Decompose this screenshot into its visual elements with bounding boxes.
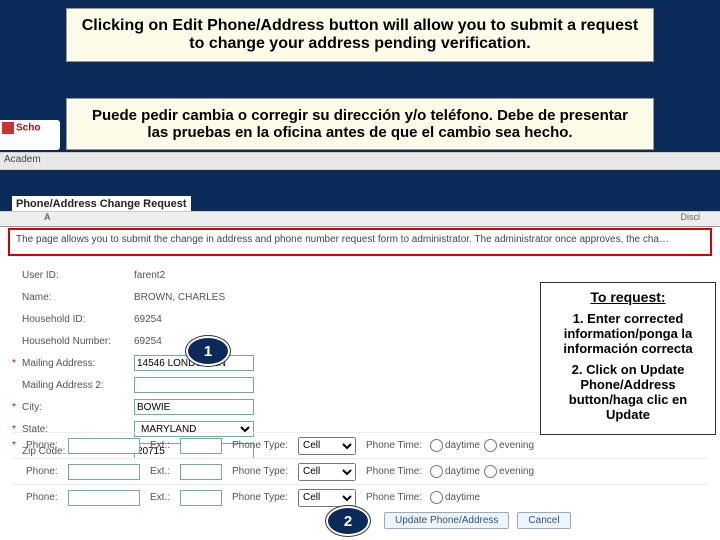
callout-step-2: 2. Click on Update Phone/Address button/… [549, 362, 707, 422]
phone-type-label: Phone Type: [232, 440, 294, 451]
input-mailing2[interactable] [134, 377, 254, 393]
ext-input-2[interactable] [180, 464, 222, 480]
evening-text: evening [499, 440, 534, 451]
label-mailing2: Mailing Address 2: [22, 380, 134, 391]
label-mailing: Mailing Address: [22, 358, 134, 369]
tab-left[interactable]: A [44, 212, 51, 222]
instruction-text-es: Puede pedir cambia o corregir su direcci… [92, 107, 628, 141]
section-title: Phone/Address Change Request [12, 196, 191, 212]
phone-type-label: Phone Type: [232, 492, 294, 503]
label-name: Name: [22, 292, 134, 303]
instruction-text-en: Clicking on Edit Phone/Address button wi… [82, 17, 638, 52]
radio-daytime-3[interactable] [430, 491, 443, 504]
instruction-panel-es: Puede pedir cambia o corregir su direcci… [66, 98, 654, 150]
phone-row-2: Phone: Ext.: Phone Type: Cell Phone Time… [12, 458, 708, 484]
brand-fragment: Scho [0, 120, 60, 150]
radio-evening-1[interactable] [484, 439, 497, 452]
page-descriptor: The page allows you to submit the change… [8, 228, 712, 256]
phone-time-label: Phone Time: [366, 492, 426, 503]
instruction-panel-en: Clicking on Edit Phone/Address button wi… [66, 8, 654, 62]
ext-input-3[interactable] [180, 490, 222, 506]
callout-title: To request: [549, 289, 707, 305]
nav-bar [0, 152, 720, 170]
tab-strip [0, 211, 720, 227]
phone-type-select-3[interactable]: Cell [298, 489, 356, 507]
radio-daytime-1[interactable] [430, 439, 443, 452]
brand-text: Scho [16, 123, 40, 134]
radio-daytime-2[interactable] [430, 465, 443, 478]
button-row: Update Phone/Address Cancel [384, 512, 571, 529]
phone-label: Phone: [26, 466, 64, 477]
label-hh-number: Household Number: [22, 336, 134, 347]
evening-text: evening [499, 466, 534, 477]
badge-1: 1 [186, 336, 230, 366]
phone-row-3: Phone: Ext.: Phone Type: Cell Phone Time… [12, 484, 708, 510]
tab-right[interactable]: Discl [681, 212, 701, 222]
phone-label: Phone: [26, 492, 64, 503]
value-user-id: farent2 [134, 270, 284, 281]
ext-input-1[interactable] [180, 438, 222, 454]
radio-evening-2[interactable] [484, 465, 497, 478]
nav-item[interactable]: Academ [4, 154, 41, 165]
phone-type-select-2[interactable]: Cell [298, 463, 356, 481]
callout-step-1: 1. Enter corrected information/ponga la … [549, 311, 707, 356]
phone-type-label: Phone Type: [232, 466, 294, 477]
phone-rows: * Phone: Ext.: Phone Type: Cell Phone Ti… [12, 432, 708, 510]
phone-row-1: * Phone: Ext.: Phone Type: Cell Phone Ti… [12, 432, 708, 458]
label-city: City: [22, 402, 134, 413]
daytime-text: daytime [445, 492, 480, 503]
phone-input-2[interactable] [68, 464, 140, 480]
value-household: 69254 [134, 314, 284, 325]
ext-label: Ext.: [150, 492, 176, 503]
logo-icon [2, 122, 14, 134]
cancel-button[interactable]: Cancel [517, 512, 570, 529]
input-city[interactable] [134, 399, 254, 415]
ext-label: Ext.: [150, 440, 176, 451]
callout-box: To request: 1. Enter corrected informati… [540, 282, 716, 435]
value-name: BROWN, CHARLES [134, 292, 284, 303]
label-user-id: User ID: [22, 270, 134, 281]
phone-time-label: Phone Time: [366, 440, 426, 451]
badge-2: 2 [326, 506, 370, 536]
phone-label: Phone: [26, 440, 64, 451]
phone-input-3[interactable] [68, 490, 140, 506]
ext-label: Ext.: [150, 466, 176, 477]
label-household: Household ID: [22, 314, 134, 325]
daytime-text: daytime [445, 466, 480, 477]
update-button[interactable]: Update Phone/Address [384, 512, 509, 529]
phone-type-select-1[interactable]: Cell [298, 437, 356, 455]
daytime-text: daytime [445, 440, 480, 451]
phone-input-1[interactable] [68, 438, 140, 454]
phone-time-label: Phone Time: [366, 466, 426, 477]
